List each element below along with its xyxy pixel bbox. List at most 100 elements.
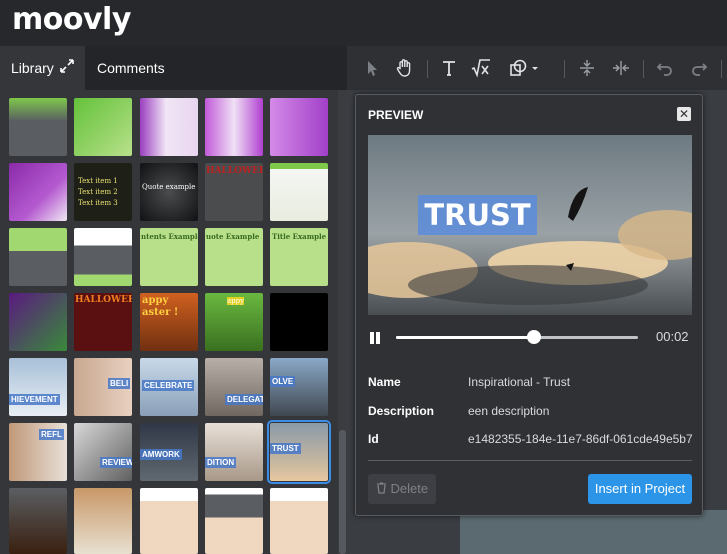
template-thumb[interactable]: [74, 98, 132, 156]
description-label: Description: [368, 404, 435, 418]
progress-fill: [396, 336, 534, 339]
insert-in-project-button[interactable]: Insert in Project: [588, 474, 692, 504]
expand-icon[interactable]: [60, 59, 74, 73]
playback-time: 00:02: [656, 329, 689, 344]
template-thumb[interactable]: [74, 228, 132, 286]
thumb-text: Text item 3: [78, 199, 118, 207]
id-value: e1482355-184e-11e7-86df-061cde49e5b7: [468, 432, 693, 446]
template-thumb[interactable]: [9, 293, 67, 351]
thumb-label: REFL: [39, 429, 64, 440]
moovly-logo: moovly: [12, 2, 131, 37]
thumb-text: Text item 1: [78, 177, 118, 185]
template-thumb[interactable]: AMWORK: [140, 423, 198, 481]
panel-tabs: Library Comments: [0, 46, 347, 90]
thumb-label: BELI: [108, 378, 131, 389]
thumb-label: DITION: [205, 457, 237, 468]
toolbar-separator: [427, 60, 428, 78]
template-thumb[interactable]: [205, 488, 263, 554]
template-thumb[interactable]: CELEBRATE: [140, 358, 198, 416]
template-thumb[interactable]: REVIEW: [74, 423, 132, 481]
template-thumb[interactable]: [9, 98, 67, 156]
thumb-label: HIEVEMENT: [9, 394, 60, 405]
template-thumb[interactable]: DITION: [205, 423, 263, 481]
template-thumb[interactable]: Text item 1 Text item 2 Text item 3: [74, 163, 132, 221]
template-thumb[interactable]: BELI: [74, 358, 132, 416]
template-thumb[interactable]: HALLOWEEN: [205, 163, 263, 221]
hand-icon[interactable]: [393, 56, 417, 80]
template-thumb[interactable]: appy aster !: [140, 293, 198, 351]
align-vertical-icon[interactable]: [575, 56, 599, 80]
toolbar-separator: [721, 60, 722, 78]
redo-icon[interactable]: [687, 56, 711, 80]
toolbar-separator: [643, 60, 644, 78]
shapes-dropdown-icon[interactable]: [507, 56, 541, 80]
template-thumb[interactable]: [140, 98, 198, 156]
template-thumb[interactable]: Title Example: [270, 228, 328, 286]
template-thumb[interactable]: DELEGAT: [205, 358, 263, 416]
name-value: Inspirational - Trust: [468, 375, 571, 389]
formula-icon[interactable]: [469, 56, 493, 80]
thumb-text: aster !: [142, 307, 179, 318]
template-thumb[interactable]: HALLOWEEN: [74, 293, 132, 351]
undo-icon[interactable]: [653, 56, 677, 80]
thumb-text: HALLOWEEN: [206, 166, 263, 176]
text-icon[interactable]: [437, 56, 461, 80]
tab-comments[interactable]: Comments: [97, 46, 165, 90]
preview-dialog: PREVIEW ✕ TRUST 00:02 Name Inspirational…: [355, 94, 703, 516]
thumb-text: HALLOWEEN: [75, 295, 132, 305]
template-thumb[interactable]: [9, 488, 67, 554]
progress-knob[interactable]: [526, 330, 541, 344]
thumb-text: uote Example: [206, 232, 260, 241]
thumb-text: ntents Example: [141, 232, 198, 241]
thumb-label: OLVE: [270, 376, 296, 387]
thumb-label: REVIEW: [100, 457, 132, 468]
preview-title: PREVIEW: [368, 108, 424, 122]
description-value: een description: [468, 404, 550, 418]
pause-icon[interactable]: [369, 332, 381, 344]
id-label: Id: [368, 432, 379, 446]
toolbar-separator: [564, 60, 565, 78]
template-thumb[interactable]: ntents Example: [140, 228, 198, 286]
pointer-icon[interactable]: [361, 56, 385, 80]
thumb-text: Title Example: [272, 232, 327, 241]
template-thumb[interactable]: [9, 228, 67, 286]
tab-library[interactable]: Library: [0, 46, 85, 90]
tab-library-label: Library: [11, 60, 54, 76]
template-thumb[interactable]: [270, 488, 328, 554]
thumb-text: Text item 2: [78, 188, 118, 196]
delete-button[interactable]: Delete: [368, 474, 436, 504]
thumb-label: CELEBRATE: [142, 380, 195, 391]
video-overlay-text: TRUST: [418, 195, 537, 235]
template-thumb[interactable]: [270, 293, 328, 351]
name-label: Name: [368, 375, 401, 389]
thumb-text: appy: [227, 297, 245, 305]
template-thumb[interactable]: HIEVEMENT: [9, 358, 67, 416]
template-thumb[interactable]: [270, 163, 328, 221]
video-player[interactable]: TRUST: [368, 135, 692, 315]
editor-toolbar: [347, 46, 727, 90]
template-thumb[interactable]: [9, 163, 67, 221]
thumb-label: DELEGAT: [225, 394, 263, 405]
thumb-label: AMWORK: [140, 449, 182, 460]
thumb-label: TRUST: [270, 443, 301, 454]
template-thumb[interactable]: REFL: [9, 423, 67, 481]
template-thumb[interactable]: [140, 488, 198, 554]
template-thumb[interactable]: [205, 98, 263, 156]
thumb-text: appy: [142, 295, 169, 306]
template-thumb[interactable]: appy: [205, 293, 263, 351]
template-thumb[interactable]: uote Example: [205, 228, 263, 286]
divider: [368, 460, 692, 461]
close-icon[interactable]: ✕: [677, 107, 691, 121]
delete-label: Delete: [390, 481, 429, 496]
top-bar: moovly: [0, 0, 727, 46]
template-thumb[interactable]: OLVE: [270, 358, 328, 416]
template-thumb[interactable]: Quote example: [140, 163, 198, 221]
canvas-content: [460, 510, 727, 554]
align-horizontal-icon[interactable]: [609, 56, 633, 80]
template-thumb[interactable]: [74, 488, 132, 554]
template-thumb-selected[interactable]: TRUST: [267, 420, 331, 484]
scrollbar-thumb[interactable]: [339, 430, 346, 554]
template-thumb[interactable]: [270, 98, 328, 156]
progress-track[interactable]: [396, 336, 638, 339]
trash-icon: [376, 482, 386, 494]
